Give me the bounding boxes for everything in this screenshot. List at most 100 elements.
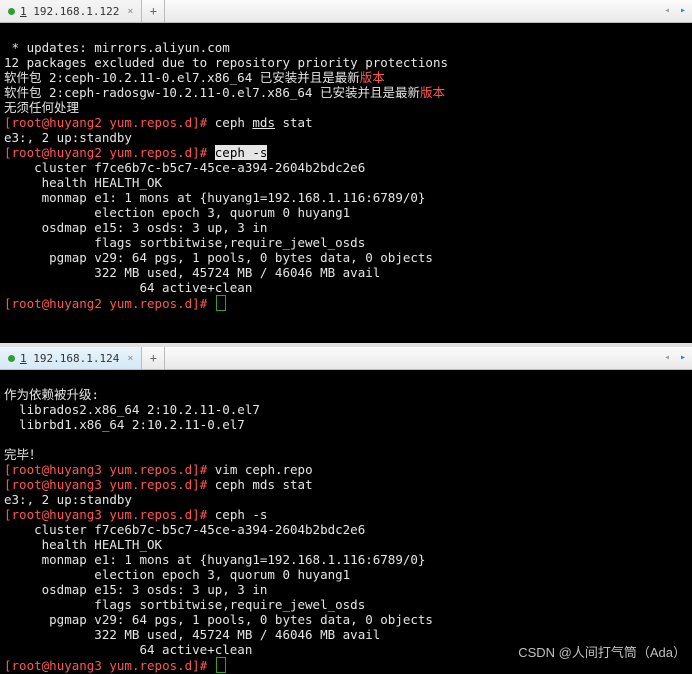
prompt-host: huyang3 — [49, 477, 102, 492]
prompt-user: root — [12, 507, 42, 522]
term-line: 322 MB used, 45724 MB / 46046 MB avail — [4, 627, 380, 642]
prompt-bracket: ] — [192, 507, 200, 522]
arrow-left-icon[interactable]: ◂ — [660, 4, 674, 18]
prompt-path: yum.repos.d — [102, 145, 192, 160]
prompt-host: huyang3 — [49, 658, 102, 673]
tab-index: 1 — [20, 352, 27, 365]
prompt-bracket: [ — [4, 145, 12, 160]
prompt-bracket: ] — [192, 115, 200, 130]
prompt-host: huyang2 — [49, 115, 102, 130]
tab-ip: 192.168.1.124 — [33, 352, 119, 365]
prompt-host: huyang3 — [49, 507, 102, 522]
terminal-bottom[interactable]: 作为依赖被升级: librados2.x86_64 2:10.2.11-0.el… — [0, 370, 692, 674]
prompt-path: yum.repos.d — [102, 477, 192, 492]
term-line: 版本 — [420, 85, 445, 100]
term-line: * updates: mirrors.aliyun.com — [4, 40, 230, 55]
term-line: 版本 — [360, 70, 385, 85]
cursor-icon — [216, 295, 226, 311]
cmd-text: ceph -s — [215, 507, 268, 522]
prompt-bracket: [ — [4, 477, 12, 492]
term-line: osdmap e15: 3 osds: 3 up, 3 in — [4, 220, 267, 235]
tab-ip: 192.168.1.122 — [33, 5, 119, 18]
prompt-path: yum.repos.d — [102, 296, 192, 311]
prompt-user: root — [12, 296, 42, 311]
prompt-bracket: ] — [192, 477, 200, 492]
cursor-icon — [216, 657, 226, 673]
cmd-text: mds — [252, 115, 275, 130]
term-line: election epoch 3, quorum 0 huyang1 — [4, 205, 350, 220]
term-line: 322 MB used, 45724 MB / 46046 MB avail — [4, 265, 380, 280]
pane-bottom: 1 192.168.1.124 × + ◂ ▸ 作为依赖被升级: librado… — [0, 347, 692, 674]
tab-index: 1 — [20, 5, 27, 18]
prompt-bracket: ] — [192, 145, 200, 160]
prompt-bracket: ] — [192, 462, 200, 477]
prompt-hash: # — [200, 296, 215, 311]
prompt-host: huyang2 — [49, 145, 102, 160]
prompt-host: huyang2 — [49, 296, 102, 311]
term-line: 软件包 2:ceph-10.2.11-0.el7.x86_64 已安装并且是最新 — [4, 70, 360, 85]
prompt-hash: # — [200, 507, 215, 522]
term-line: 64 active+clean — [4, 642, 252, 657]
terminal-top[interactable]: * updates: mirrors.aliyun.com 12 package… — [0, 23, 692, 343]
cmd-text: ceph — [215, 115, 253, 130]
add-tab-button[interactable]: + — [142, 0, 165, 22]
term-line: librbd1.x86_64 2:10.2.11-0.el7 — [4, 417, 245, 432]
arrow-right-icon[interactable]: ▸ — [676, 4, 690, 18]
prompt-path: yum.repos.d — [102, 462, 192, 477]
cmd-text: vim ceph.repo — [215, 462, 313, 477]
prompt-hash: # — [200, 658, 215, 673]
tabbar-top: 1 192.168.1.122 × + ◂ ▸ — [0, 0, 692, 23]
term-line: pgmap v29: 64 pgs, 1 pools, 0 bytes data… — [4, 250, 433, 265]
cmd-selected: ceph -s — [215, 145, 268, 160]
term-line: flags sortbitwise,require_jewel_osds — [4, 235, 365, 250]
term-line: 完毕！ — [4, 447, 42, 462]
prompt-path: yum.repos.d — [102, 658, 192, 673]
term-line: 无须任何处理 — [4, 100, 79, 115]
prompt-bracket: [ — [4, 115, 12, 130]
close-icon[interactable]: × — [127, 6, 133, 17]
term-line: health HEALTH_OK — [4, 537, 162, 552]
prompt-bracket: ] — [192, 658, 200, 673]
term-line: 12 packages excluded due to repository p… — [4, 55, 448, 70]
term-line: flags sortbitwise,require_jewel_osds — [4, 597, 365, 612]
cmd-text: ceph mds stat — [215, 477, 313, 492]
prompt-host: huyang3 — [49, 462, 102, 477]
prompt-bracket: [ — [4, 296, 12, 311]
prompt-bracket: [ — [4, 507, 12, 522]
prompt-user: root — [12, 462, 42, 477]
term-line: 作为依赖被升级: — [4, 387, 99, 402]
tab-nav-arrows: ◂ ▸ — [660, 0, 690, 22]
term-line: 64 active+clean — [4, 280, 252, 295]
prompt-bracket: [ — [4, 462, 12, 477]
term-line: osdmap e15: 3 osds: 3 up, 3 in — [4, 582, 267, 597]
prompt-path: yum.repos.d — [102, 115, 192, 130]
term-line: health HEALTH_OK — [4, 175, 162, 190]
prompt-user: root — [12, 477, 42, 492]
tab-session-1[interactable]: 1 192.168.1.122 × — [0, 0, 142, 22]
prompt-hash: # — [200, 115, 215, 130]
prompt-user: root — [12, 145, 42, 160]
prompt-hash: # — [200, 145, 215, 160]
term-line: pgmap v29: 64 pgs, 1 pools, 0 bytes data… — [4, 612, 433, 627]
term-line: e3:, 2 up:standby — [4, 492, 132, 507]
tab-nav-arrows: ◂ ▸ — [660, 347, 690, 369]
close-icon[interactable]: × — [127, 353, 133, 364]
term-line: librados2.x86_64 2:10.2.11-0.el7 — [4, 402, 260, 417]
cmd-text: stat — [275, 115, 313, 130]
prompt-hash: # — [200, 462, 215, 477]
prompt-hash: # — [200, 477, 215, 492]
prompt-bracket: [ — [4, 658, 12, 673]
status-dot-icon — [8, 355, 15, 362]
prompt-path: yum.repos.d — [102, 507, 192, 522]
term-line: cluster f7ce6b7c-b5c7-45ce-a394-2604b2bd… — [4, 160, 365, 175]
term-line: e3:, 2 up:standby — [4, 130, 132, 145]
term-line: cluster f7ce6b7c-b5c7-45ce-a394-2604b2bd… — [4, 522, 365, 537]
prompt-user: root — [12, 115, 42, 130]
prompt-user: root — [12, 658, 42, 673]
arrow-right-icon[interactable]: ▸ — [676, 351, 690, 365]
tab-session-2[interactable]: 1 192.168.1.124 × — [0, 347, 142, 369]
term-line: monmap e1: 1 mons at {huyang1=192.168.1.… — [4, 190, 425, 205]
add-tab-button[interactable]: + — [142, 347, 165, 369]
arrow-left-icon[interactable]: ◂ — [660, 351, 674, 365]
pane-top: 1 192.168.1.122 × + ◂ ▸ * updates: mirro… — [0, 0, 692, 343]
